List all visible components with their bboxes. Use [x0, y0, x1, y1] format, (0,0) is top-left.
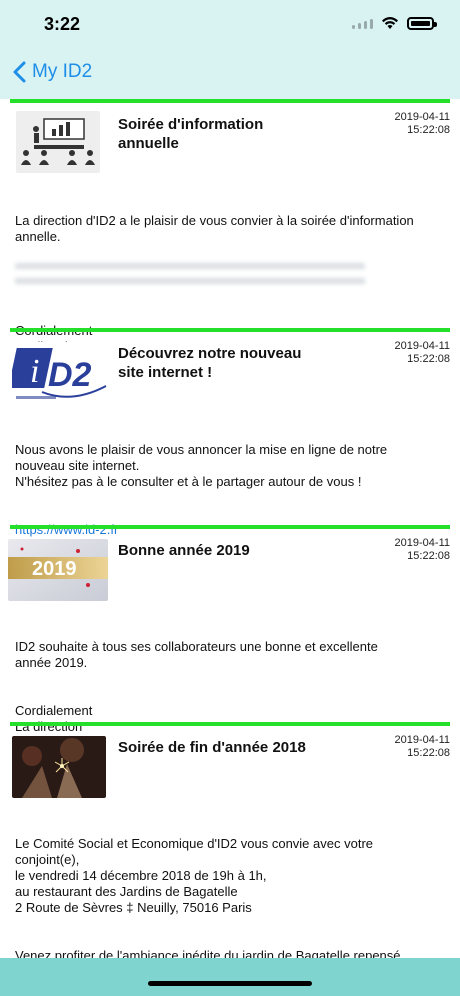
news-date-time: 15:22:08	[407, 747, 450, 759]
news-thumbnail	[16, 111, 100, 173]
news-item[interactable]: Soirée de fin d'année 2018 2019-04-11 15…	[10, 722, 450, 958]
news-date: 2019-04-11 15:22:08	[395, 537, 450, 563]
news-text: Venez profiter de l'ambiance inédite du …	[15, 948, 401, 958]
news-body: Le Comité Social et Economique d'ID2 vou…	[15, 820, 415, 958]
news-feed[interactable]: Soirée d'information annuelle 2019-04-11…	[0, 99, 460, 958]
news-title: Soirée d'information annuelle	[118, 116, 264, 152]
news-item[interactable]: Soirée d'information annuelle 2019-04-11…	[10, 99, 450, 354]
home-indicator[interactable]	[148, 981, 312, 986]
news-title: Découvrez notre nouveau site internet !	[118, 345, 302, 381]
new-year-image: 2019	[8, 539, 108, 601]
news-text: ID2 souhaite à tous ses collaborateurs u…	[15, 639, 378, 670]
status-time: 3:22	[44, 14, 81, 34]
home-indicator-bar	[0, 958, 460, 996]
image-year-text: 2019	[32, 558, 77, 580]
wifi-icon	[382, 17, 398, 29]
news-date-time: 15:22:08	[407, 353, 450, 365]
news-date-time: 15:22:08	[407, 124, 450, 136]
battery-icon	[407, 16, 437, 30]
cellular-signal-icon	[352, 17, 373, 29]
news-date-day: 2019-04-11	[394, 734, 450, 746]
news-date: 2019-04-11 15:22:08	[395, 734, 450, 760]
news-date-day: 2019-04-11	[394, 111, 450, 123]
news-item[interactable]: i D2 Découvrez notre nouveau site intern…	[10, 328, 450, 537]
svg-text:D2: D2	[48, 356, 92, 394]
screen: 3:22 My ID2 Soirée d'information annuell…	[0, 0, 460, 996]
chevron-left-icon	[13, 61, 26, 83]
back-button[interactable]: My ID2	[12, 60, 92, 84]
news-text: Nous avons le plaisir de vous annoncer l…	[15, 442, 388, 489]
celebration-image	[12, 736, 106, 798]
news-text: Le Comité Social et Economique d'ID2 vou…	[15, 836, 374, 915]
id2-logo-image: i D2	[12, 342, 110, 408]
news-date-day: 2019-04-11	[394, 340, 450, 352]
redacted-text	[15, 263, 365, 293]
svg-text:i: i	[30, 353, 39, 390]
status-icons	[352, 16, 437, 30]
news-thumbnail	[12, 736, 106, 798]
news-item[interactable]: 2019 Bonne année 2019 2019-04-11 15:22:0…	[8, 525, 450, 734]
news-thumbnail: i D2	[12, 342, 110, 408]
news-title: Soirée de fin d'année 2018	[118, 739, 306, 756]
news-date-day: 2019-04-11	[394, 537, 450, 549]
news-date-time: 15:22:08	[407, 550, 450, 562]
back-label: My ID2	[32, 61, 93, 82]
news-title: Bonne année 2019	[118, 542, 250, 559]
news-date: 2019-04-11 15:22:08	[395, 111, 450, 137]
news-text: La direction d'ID2 a le plaisir de vous …	[15, 213, 414, 244]
presentation-image	[16, 111, 100, 173]
news-thumbnail: 2019	[8, 539, 108, 601]
news-date: 2019-04-11 15:22:08	[395, 340, 450, 366]
top-bar: 3:22 My ID2	[0, 0, 460, 99]
